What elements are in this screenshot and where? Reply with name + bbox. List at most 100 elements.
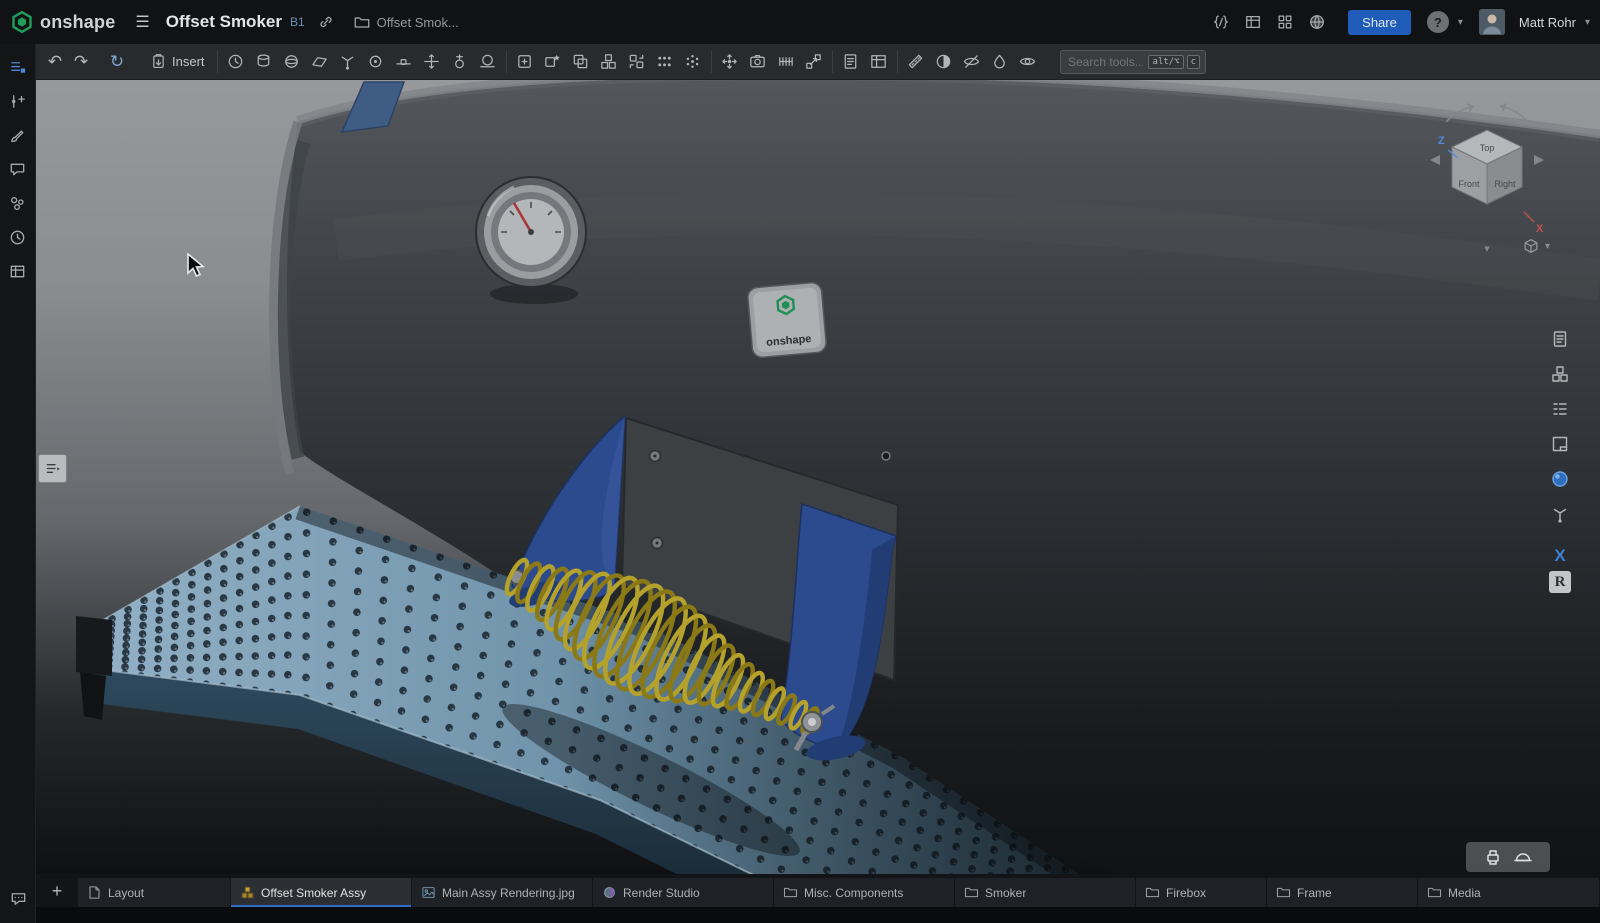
logo-wordmark: onshape bbox=[40, 12, 115, 33]
app-x-icon[interactable]: X bbox=[1554, 546, 1565, 566]
hide-others-icon[interactable] bbox=[958, 47, 986, 77]
rotate-left-arrow-icon[interactable] bbox=[1430, 155, 1440, 165]
mate-connector-icon[interactable] bbox=[334, 47, 362, 77]
group-icon[interactable] bbox=[595, 47, 623, 77]
search-tools-box[interactable]: alt/⌥ c bbox=[1060, 50, 1206, 74]
onshape-badge[interactable]: onshape bbox=[747, 282, 827, 358]
spreadsheet-icon[interactable] bbox=[1240, 9, 1266, 35]
ball-mate-icon[interactable] bbox=[362, 47, 390, 77]
drawing-panel-icon[interactable] bbox=[1545, 429, 1575, 459]
insert-part-icon[interactable] bbox=[250, 47, 278, 77]
left-sidebar bbox=[0, 44, 36, 923]
history-icon[interactable] bbox=[0, 220, 36, 254]
section-view-icon[interactable] bbox=[930, 47, 958, 77]
cube-icon bbox=[1522, 237, 1540, 255]
linear-pattern-icon[interactable] bbox=[651, 47, 679, 77]
explode-icon[interactable] bbox=[716, 47, 744, 77]
create-drawing-icon[interactable] bbox=[837, 47, 865, 77]
assembly-tab-icon bbox=[240, 885, 255, 900]
revolute-mate-icon[interactable] bbox=[446, 47, 474, 77]
instance-list-icon[interactable] bbox=[0, 50, 36, 84]
safety-helmet-icon[interactable] bbox=[1513, 847, 1533, 867]
z-axis-label: Z bbox=[1438, 135, 1445, 147]
redo-button[interactable]: ↷ bbox=[68, 47, 94, 77]
assembly-panel-icon[interactable] bbox=[1545, 359, 1575, 389]
tab-media[interactable]: Media bbox=[1418, 878, 1599, 907]
rotate-right-arrow-icon[interactable] bbox=[1534, 155, 1544, 165]
folder-name[interactable]: Offset Smok... bbox=[377, 15, 459, 30]
viewcube-right-label: Right bbox=[1494, 179, 1516, 189]
bom-table-icon[interactable] bbox=[865, 47, 893, 77]
bolt-pattern-icon[interactable] bbox=[772, 47, 800, 77]
notes-panel-icon[interactable] bbox=[1545, 324, 1575, 354]
user-avatar[interactable] bbox=[1479, 9, 1505, 35]
circular-pattern-icon[interactable] bbox=[679, 47, 707, 77]
instance-tree-toggle[interactable] bbox=[38, 454, 67, 483]
sync-icon[interactable]: ↻ bbox=[102, 47, 132, 77]
mate-connector-panel-icon[interactable] bbox=[1545, 499, 1575, 529]
feature-script-icon[interactable] bbox=[1208, 9, 1234, 35]
onshape-logo-icon[interactable] bbox=[10, 10, 34, 34]
folder-icon[interactable] bbox=[349, 9, 375, 35]
user-menu-caret-icon[interactable]: ▾ bbox=[1585, 17, 1590, 28]
insert-feature-icon[interactable] bbox=[511, 47, 539, 77]
parts-list-panel-icon[interactable] bbox=[1545, 394, 1575, 424]
hamburger-menu-icon[interactable]: ☰ bbox=[135, 12, 149, 32]
tab-layout[interactable]: Layout bbox=[78, 878, 230, 907]
print-icon[interactable] bbox=[1483, 847, 1503, 867]
exploded-view-icon[interactable] bbox=[800, 47, 828, 77]
slider-mate-icon[interactable] bbox=[390, 47, 418, 77]
document-tab-icon bbox=[87, 885, 102, 900]
user-name[interactable]: Matt Rohr bbox=[1519, 15, 1576, 30]
planar-mate-icon[interactable] bbox=[306, 47, 334, 77]
shortcut-key-alt: alt/⌥ bbox=[1148, 55, 1183, 69]
help-caret-icon[interactable]: ▾ bbox=[1458, 17, 1463, 28]
tab-firebox[interactable]: Firebox bbox=[1136, 878, 1266, 907]
viewport-tools-pill bbox=[1466, 842, 1550, 872]
globe-icon[interactable] bbox=[1304, 9, 1330, 35]
spherical-mate-icon[interactable] bbox=[278, 47, 306, 77]
version-badge[interactable]: B1 bbox=[290, 15, 305, 29]
replicate-icon[interactable] bbox=[623, 47, 651, 77]
tab-render-studio[interactable]: Render Studio bbox=[593, 878, 773, 907]
search-tools-input[interactable] bbox=[1066, 54, 1145, 70]
render-studio-tab-icon bbox=[602, 885, 617, 900]
link-icon[interactable] bbox=[313, 9, 339, 35]
help-button[interactable]: ? bbox=[1427, 11, 1449, 33]
bom-panel-icon[interactable] bbox=[0, 254, 36, 288]
parts-icon[interactable] bbox=[0, 186, 36, 220]
comments-icon[interactable] bbox=[0, 152, 36, 186]
tab-smoker[interactable]: Smoker bbox=[955, 878, 1135, 907]
app-r-icon[interactable]: R bbox=[1549, 571, 1571, 593]
visibility-icon[interactable] bbox=[1014, 47, 1042, 77]
app-grid-icon[interactable] bbox=[1272, 9, 1298, 35]
undo-button[interactable]: ↶ bbox=[42, 47, 68, 77]
appearance-ball-icon[interactable] bbox=[1545, 464, 1575, 494]
share-button[interactable]: Share bbox=[1348, 10, 1411, 35]
app-header: onshape ☰ Offset Smoker B1 Offset Smok..… bbox=[0, 0, 1600, 44]
edit-in-context-icon[interactable] bbox=[539, 47, 567, 77]
measure-icon[interactable] bbox=[902, 47, 930, 77]
tab-misc-components[interactable]: Misc. Components bbox=[774, 878, 954, 907]
add-tab-button[interactable]: + bbox=[44, 878, 70, 904]
3d-viewport[interactable]: onshape bbox=[36, 80, 1600, 874]
appearance-icon[interactable] bbox=[986, 47, 1014, 77]
fastened-mate-icon[interactable] bbox=[418, 47, 446, 77]
tab-offset-smoker-assy[interactable]: Offset Smoker Assy bbox=[231, 878, 411, 907]
mate-features-icon[interactable] bbox=[0, 84, 36, 118]
help-chat-icon[interactable] bbox=[0, 881, 36, 915]
folder-tab-icon bbox=[964, 885, 979, 900]
tangent-mate-icon[interactable] bbox=[474, 47, 502, 77]
duplicate-icon[interactable] bbox=[567, 47, 595, 77]
bottom-strip bbox=[36, 907, 1600, 923]
tab-frame[interactable]: Frame bbox=[1267, 878, 1417, 907]
view-mode-button[interactable]: ▾ bbox=[1516, 234, 1556, 258]
view-cube[interactable]: Top Front Right Z X ▾ ▾ bbox=[1412, 92, 1582, 270]
appearance-brush-icon[interactable] bbox=[0, 118, 36, 152]
tab-main-assy-rendering[interactable]: Main Assy Rendering.jpg bbox=[412, 878, 592, 907]
document-tab-bar: + Layout Offset Smoker Assy Main Assy Re… bbox=[36, 874, 1600, 923]
rotate-tool-icon[interactable] bbox=[222, 47, 250, 77]
insert-button[interactable]: Insert bbox=[142, 47, 213, 77]
view-reset-caret-icon[interactable]: ▾ bbox=[1474, 242, 1500, 258]
snapshot-icon[interactable] bbox=[744, 47, 772, 77]
